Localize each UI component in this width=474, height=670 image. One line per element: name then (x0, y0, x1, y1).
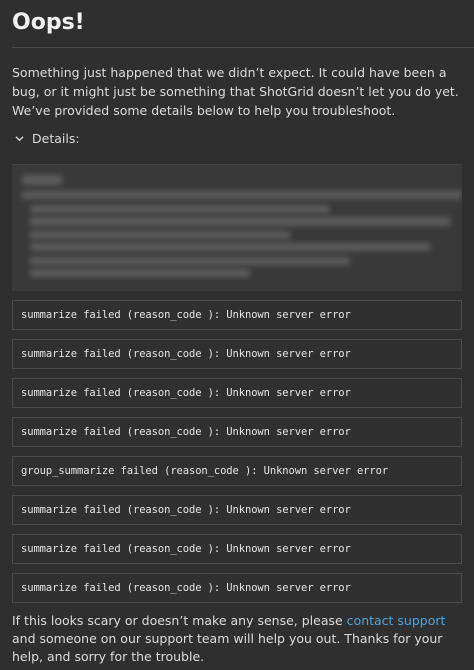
details-label: Details: (32, 130, 80, 146)
page-title: Oops! (12, 10, 85, 35)
error-row: group_summarize failed (reason_code ): U… (12, 456, 462, 486)
intro-text: Something just happened that we didn’t e… (12, 65, 459, 118)
footer-text: If this looks scary or doesn’t make any … (12, 612, 462, 666)
error-row: summarize failed (reason_code ): Unknown… (12, 534, 462, 564)
error-row: summarize failed (reason_code ): Unknown… (12, 300, 462, 330)
details-content-obscured (12, 164, 462, 291)
error-list: summarize failed (reason_code ): Unknown… (12, 300, 462, 603)
error-row: summarize failed (reason_code ): Unknown… (12, 378, 462, 408)
error-row: summarize failed (reason_code ): Unknown… (12, 495, 462, 525)
contact-support-link[interactable]: contact support (347, 613, 446, 628)
footer-text-after: and someone on our support team will hel… (12, 631, 443, 664)
error-dialog: Oops! Something just happened that we di… (0, 0, 474, 670)
chevron-down-icon (12, 131, 26, 145)
details-toggle[interactable]: Details: (12, 129, 462, 147)
error-row: summarize failed (reason_code ): Unknown… (12, 339, 462, 369)
error-row: summarize failed (reason_code ): Unknown… (12, 417, 462, 447)
title-divider (12, 47, 474, 48)
footer-text-before: If this looks scary or doesn’t make any … (12, 613, 347, 628)
error-row: summarize failed (reason_code ): Unknown… (12, 573, 462, 603)
